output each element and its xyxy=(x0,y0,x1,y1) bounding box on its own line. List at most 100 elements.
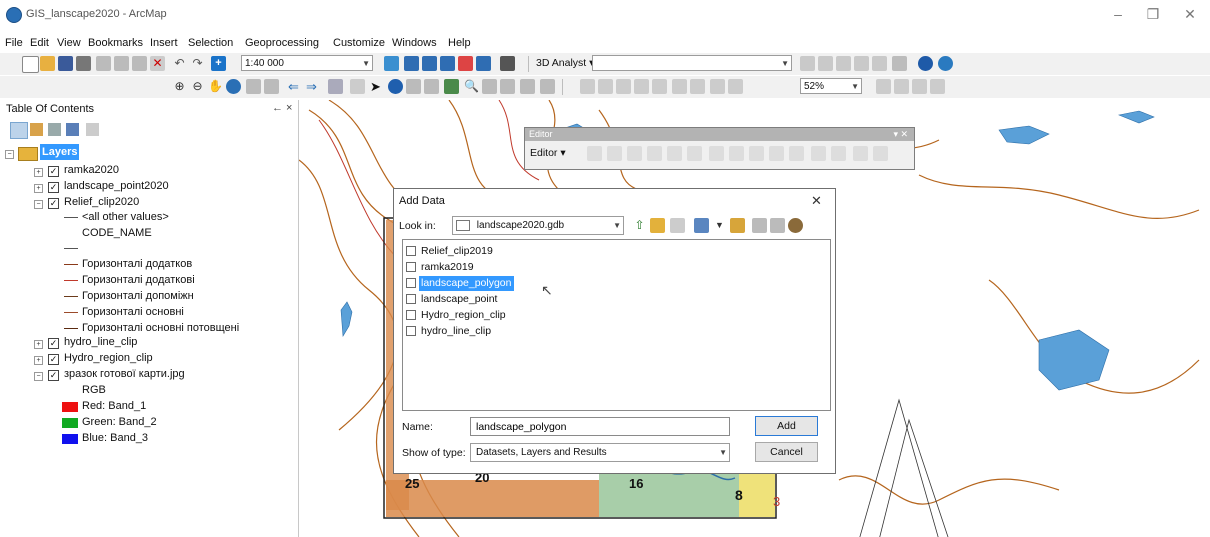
options-icon[interactable] xyxy=(86,123,99,136)
fixed-zoom-in-icon[interactable] xyxy=(246,79,261,94)
layer-visibility-checkbox[interactable]: ✓ xyxy=(48,198,59,209)
viewer-icon[interactable] xyxy=(540,79,555,94)
dialog-close-icon[interactable]: ✕ xyxy=(811,193,822,209)
3d-tool-icon[interactable] xyxy=(872,56,887,71)
menu-windows[interactable]: Windows xyxy=(392,37,437,49)
select-elements-icon[interactable]: ➤ xyxy=(368,79,383,94)
create-features-icon[interactable] xyxy=(853,146,868,161)
type-filter-combo[interactable]: Datasets, Layers and Results ▼ xyxy=(470,443,730,462)
layout-tool-icon[interactable] xyxy=(580,79,595,94)
3d-tool-icon[interactable] xyxy=(854,56,869,71)
catalog-window-icon[interactable] xyxy=(422,56,437,71)
copy-icon[interactable] xyxy=(114,56,129,71)
layout-tool-icon[interactable] xyxy=(598,79,613,94)
expand-icon[interactable]: + xyxy=(34,356,43,365)
clear-selection-icon[interactable] xyxy=(350,79,365,94)
layer-sample-map-jpg[interactable]: зразок готової карти.jpg xyxy=(64,366,185,382)
look-in-combo[interactable]: landscape2020.gdb ▼ xyxy=(452,216,624,235)
layer-landscape-point2020[interactable]: landscape_point2020 xyxy=(64,178,169,194)
chevron-down-icon[interactable]: ▼ xyxy=(712,218,727,233)
minimize-button[interactable]: – xyxy=(1108,6,1128,22)
forward-extent-icon[interactable]: ⇒ xyxy=(304,79,319,94)
editor-menu-button[interactable]: Editor ▾ xyxy=(530,147,566,159)
undo-icon[interactable]: ↶ xyxy=(172,56,187,71)
editor-close-icon[interactable]: ▾ ✕ xyxy=(893,128,908,141)
layout-tool-icon[interactable] xyxy=(728,79,743,94)
layout-tool-icon[interactable] xyxy=(912,79,927,94)
copy-icon[interactable] xyxy=(770,218,785,233)
zoom-out-icon[interactable]: ⊖ xyxy=(190,79,205,94)
collapse-icon[interactable]: − xyxy=(34,200,43,209)
dataset-list[interactable]: Relief_clip2019 ramka2019 landscape_poly… xyxy=(402,239,831,411)
arcglobe-icon[interactable] xyxy=(938,56,953,71)
pan-icon[interactable]: ✋ xyxy=(208,79,223,94)
add-button[interactable]: Add xyxy=(755,416,818,436)
layout-tool-icon[interactable] xyxy=(876,79,891,94)
profile-graph-icon[interactable] xyxy=(892,56,907,71)
up-one-level-icon[interactable]: ⇧ xyxy=(632,218,647,233)
layout-tool-icon[interactable] xyxy=(690,79,705,94)
paste-icon[interactable] xyxy=(132,56,147,71)
route-icon[interactable] xyxy=(482,79,497,94)
add-data-icon[interactable]: + xyxy=(211,56,226,71)
attributes-icon[interactable] xyxy=(811,146,826,161)
expand-icon[interactable]: + xyxy=(34,184,43,193)
menu-insert[interactable]: Insert xyxy=(150,37,178,49)
menu-help[interactable]: Help xyxy=(448,37,471,49)
expand-icon[interactable]: + xyxy=(34,340,43,349)
layer-relief-clip2020[interactable]: Relief_clip2020 xyxy=(64,194,139,210)
connect-database-icon[interactable] xyxy=(788,218,803,233)
connect-folder-icon[interactable] xyxy=(670,218,685,233)
name-field[interactable] xyxy=(470,417,730,436)
layout-tool-icon[interactable] xyxy=(710,79,725,94)
3d-analyst-layer-combo[interactable]: ▼ xyxy=(592,55,792,71)
editor-options-icon[interactable] xyxy=(873,146,888,161)
redo-icon[interactable]: ↷ xyxy=(190,56,205,71)
delete-icon[interactable]: ✕ xyxy=(150,56,165,71)
open-folder-icon[interactable] xyxy=(40,56,55,71)
edit-tool-icon[interactable] xyxy=(587,146,602,161)
menu-bookmarks[interactable]: Bookmarks xyxy=(88,37,143,49)
rotate-icon[interactable] xyxy=(789,146,804,161)
fixed-zoom-out-icon[interactable] xyxy=(264,79,279,94)
straight-segment-icon[interactable] xyxy=(627,146,642,161)
list-by-visibility-icon[interactable] xyxy=(48,123,61,136)
new-document-icon[interactable] xyxy=(22,56,39,73)
modelbuilder-icon[interactable] xyxy=(500,56,515,71)
layout-tool-icon[interactable] xyxy=(894,79,909,94)
reshape-icon[interactable] xyxy=(729,146,744,161)
layer-visibility-checkbox[interactable]: ✓ xyxy=(48,182,59,193)
layer-visibility-checkbox[interactable]: ✓ xyxy=(48,354,59,365)
map-scale-combo[interactable]: 1:40 000 ▼ xyxy=(241,55,373,71)
layer-hydro-region-clip[interactable]: Hydro_region_clip xyxy=(64,350,153,366)
cut-polygons-icon[interactable] xyxy=(749,146,764,161)
menu-customize[interactable]: Customize xyxy=(333,37,385,49)
expand-icon[interactable]: + xyxy=(34,168,43,177)
cut-icon[interactable] xyxy=(96,56,111,71)
layout-tool-icon[interactable] xyxy=(634,79,649,94)
list-by-source-icon[interactable] xyxy=(30,123,43,136)
3d-tool-icon[interactable] xyxy=(800,56,815,71)
menu-selection[interactable]: Selection xyxy=(188,37,233,49)
layer-ramka2020[interactable]: ramka2020 xyxy=(64,162,119,178)
layer-hydro-line-clip[interactable]: hydro_line_clip xyxy=(64,334,137,350)
arctoolbox-icon[interactable] xyxy=(458,56,473,71)
close-window-button[interactable]: ✕ xyxy=(1180,6,1200,23)
layer-visibility-checkbox[interactable]: ✓ xyxy=(48,166,59,177)
cancel-button[interactable]: Cancel xyxy=(755,442,818,462)
layout-zoom-combo[interactable]: 52% ▼ xyxy=(800,78,862,94)
3d-tool-icon[interactable] xyxy=(818,56,833,71)
layout-tool-icon[interactable] xyxy=(930,79,945,94)
identify-icon[interactable] xyxy=(388,79,403,94)
goto-xy-icon[interactable] xyxy=(500,79,515,94)
menu-edit[interactable]: Edit xyxy=(30,37,49,49)
full-extent-icon[interactable] xyxy=(226,79,241,94)
trace-icon[interactable] xyxy=(667,146,682,161)
layer-visibility-checkbox[interactable]: ✓ xyxy=(48,338,59,349)
collapse-icon[interactable]: − xyxy=(5,150,14,159)
edit-vertices-icon[interactable] xyxy=(709,146,724,161)
select-features-icon[interactable] xyxy=(328,79,343,94)
sketch-properties-icon[interactable] xyxy=(831,146,846,161)
search-window-icon[interactable] xyxy=(440,56,455,71)
print-icon[interactable] xyxy=(76,56,91,71)
